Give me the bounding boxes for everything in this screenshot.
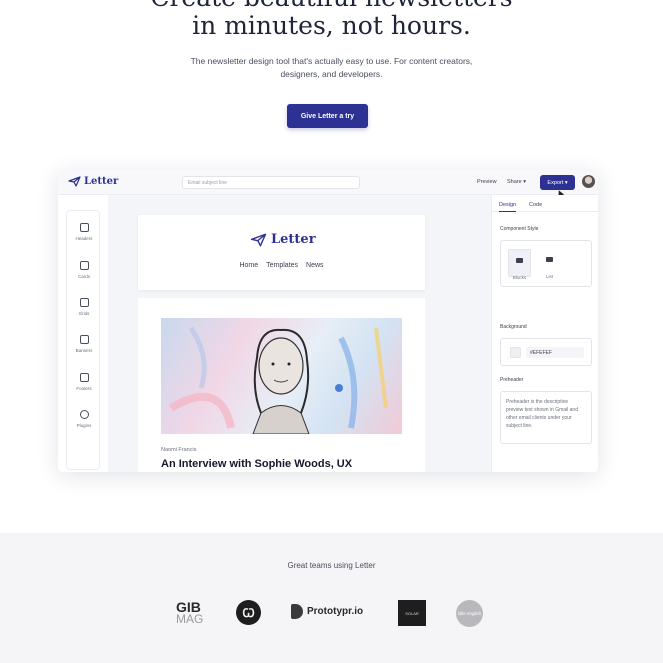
background-picker: #EFEFEF: [500, 338, 592, 366]
article-illustration: [161, 318, 402, 434]
grids-icon: [79, 298, 89, 307]
list-icon: [546, 257, 553, 262]
email-header-block[interactable]: Letter Home Templates News: [138, 215, 425, 290]
background-hex-input[interactable]: #EFEFEF: [526, 347, 584, 358]
sidebar-item-plugins[interactable]: Plugins: [67, 410, 101, 428]
preheader-label: Preheader: [500, 377, 524, 383]
little-english-logo: little english: [456, 600, 483, 627]
export-button[interactable]: Export ▾: [540, 175, 575, 190]
sidebar-item-label: Grids: [78, 311, 90, 316]
sidebar-item-label: Headers: [75, 236, 93, 241]
style-option-label: List: [545, 274, 553, 279]
hero-subtitle: The newsletter design tool that's actual…: [190, 56, 473, 79]
prototypr-logo-text: Prototypr.io: [307, 606, 364, 617]
app-topbar: Letter Email subject line Preview Share …: [58, 170, 598, 197]
sidebar-item-label: Footers: [76, 386, 92, 391]
email-canvas: Letter Home Templates News Naomi Francis…: [108, 195, 491, 472]
tab-design[interactable]: Design: [499, 202, 517, 212]
paper-plane-icon: [68, 176, 81, 187]
sidebar-item-label: Plugins: [76, 423, 92, 428]
email-nav-news[interactable]: News: [306, 262, 324, 269]
article-author: Naomi Francis: [161, 447, 197, 453]
email-nav-home[interactable]: Home: [239, 262, 258, 269]
logos-heading: Great teams using Letter: [287, 561, 376, 570]
mag-logo-text: MAG: [176, 612, 204, 626]
sidebar-item-footers[interactable]: Footers: [67, 373, 101, 391]
footers-icon: [79, 373, 89, 382]
sidebar-item-grids[interactable]: Grids: [67, 298, 101, 316]
sidebar-item-banners[interactable]: Banners: [67, 335, 101, 353]
banners-icon: [79, 335, 89, 344]
email-brand-name: Letter: [271, 232, 316, 247]
style-option-label: Blocks: [512, 275, 527, 280]
email-article-block[interactable]: Naomi Francis An Interview with Sophie W…: [138, 298, 425, 472]
plugins-icon: [79, 410, 89, 419]
preheader-textarea[interactable]: Preheader is the descriptive preview tex…: [500, 391, 592, 444]
give-letter-a-try-button[interactable]: Give Letter a try: [287, 104, 368, 128]
paper-plane-icon: [250, 233, 267, 246]
customer-logos-section: [0, 533, 663, 663]
email-nav: Home Templates News: [138, 262, 425, 269]
article-title: An Interview with Sophie Woods, UX: [161, 458, 353, 470]
email-logo: Letter: [250, 232, 316, 247]
component-style-label: Component Style: [500, 226, 539, 232]
circle-brand-logo: Ꞷ: [236, 600, 261, 625]
panel-tabs: Design Code: [492, 195, 598, 212]
subject-line-input[interactable]: Email subject line: [182, 176, 360, 189]
solar-logo: SOLAR: [398, 600, 426, 626]
email-nav-templates[interactable]: Templates: [266, 262, 298, 269]
style-option-blocks[interactable]: Blocks: [508, 249, 531, 280]
component-style-picker: Blocks List: [500, 240, 592, 287]
component-sidebar: Headers Cards Grids Banners Footers Plug…: [66, 210, 100, 470]
gib-mag-logo: GIB MAG: [176, 600, 204, 626]
prototypr-logo: Prototypr.io: [291, 604, 363, 619]
prototypr-mark-icon: [291, 604, 303, 619]
background-label: Background: [500, 324, 527, 330]
sidebar-item-headers[interactable]: Headers: [67, 223, 101, 241]
app-brand-name: Letter: [84, 176, 119, 187]
cards-icon: [79, 261, 89, 270]
app-logo[interactable]: Letter: [68, 176, 118, 187]
tab-code[interactable]: Code: [529, 202, 542, 208]
sidebar-item-label: Cards: [77, 274, 90, 279]
headers-icon: [79, 223, 89, 232]
hero-title-line-2: in minutes, not hours.: [192, 11, 471, 40]
sidebar-item-label: Banners: [75, 348, 93, 353]
design-panel: Design Code Component Style Blocks List …: [491, 195, 598, 472]
style-option-list[interactable]: List: [538, 249, 561, 279]
share-button[interactable]: Share ▾: [507, 179, 526, 185]
color-swatch[interactable]: [510, 347, 521, 358]
preview-button[interactable]: Preview: [477, 179, 497, 185]
sidebar-item-cards[interactable]: Cards: [67, 261, 101, 279]
app-preview: Letter Email subject line Preview Share …: [58, 170, 598, 472]
avatar[interactable]: [582, 175, 595, 188]
blocks-icon: [516, 258, 523, 263]
